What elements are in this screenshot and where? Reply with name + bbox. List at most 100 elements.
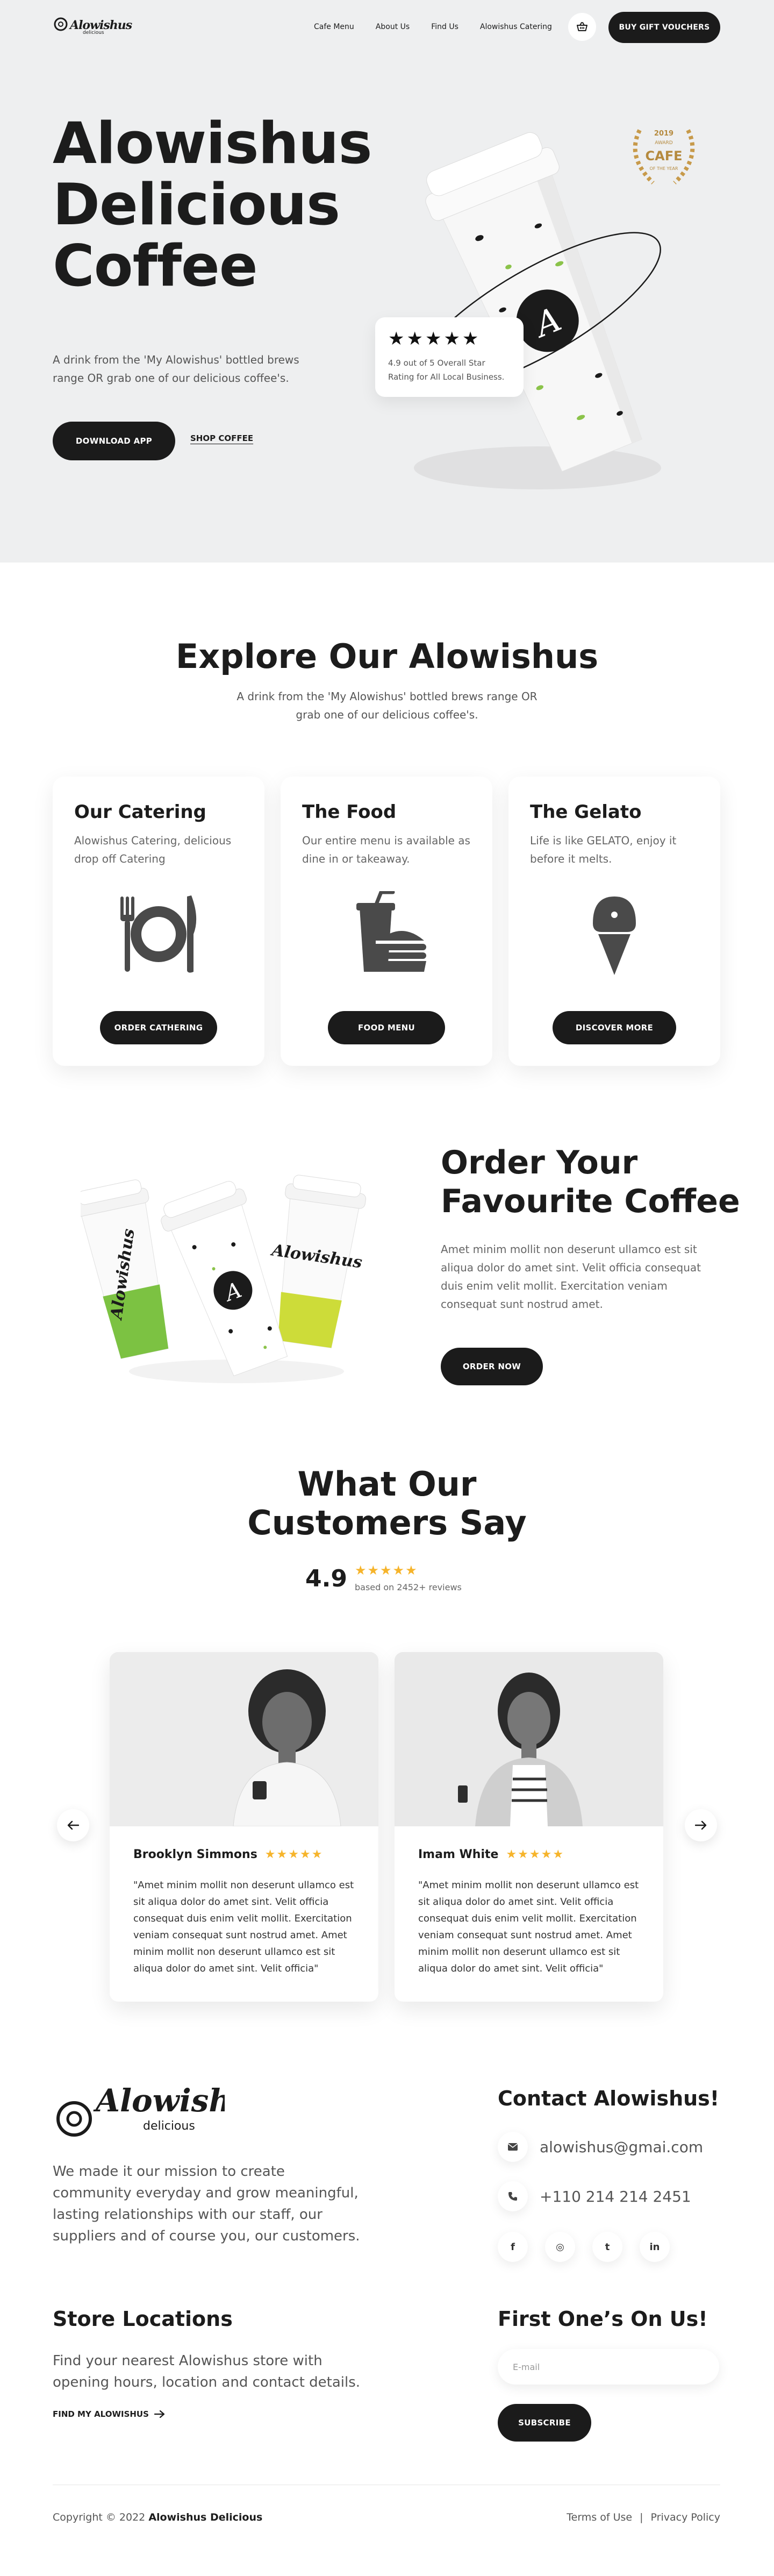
footer-logo-image: Alowishus delicious <box>56 2082 271 2137</box>
award-badge-icon: 2019 AWARD CAFE OF THE YEAR <box>633 129 695 184</box>
envelope-icon <box>498 2132 528 2162</box>
copyright: Copyright © 2022 Alowishus Delicious <box>53 2511 262 2523</box>
email-field[interactable] <box>498 2349 719 2385</box>
catering-card: Our Catering Alowishus Catering, delicio… <box>53 777 264 1066</box>
overall-stars: ★★★★★ <box>355 1563 418 1578</box>
nav-cafe-menu[interactable]: Cafe Menu <box>314 23 354 31</box>
testimonial-card: Brooklyn Simmons ★★★★★ "Amet minim molli… <box>110 1652 378 2002</box>
plate-cutlery-icon <box>120 895 197 973</box>
food-menu-button[interactable]: FOOD MENU <box>328 1011 445 1044</box>
award-year: 2019 <box>654 130 673 138</box>
coffee-cups-image: Alowishus Alowishus A <box>81 1175 366 1383</box>
ice-cream-icon <box>593 896 636 975</box>
hero-section: Alowishus delicious Cafe Menu About Us F… <box>0 0 774 563</box>
rating-card: ★★★★★ 4.9 out of 5 Overall Star Rating f… <box>375 317 524 397</box>
footer-logo[interactable]: Alowishus delicious <box>53 2074 271 2151</box>
testimonials-title: What Our Customers Say <box>0 1465 774 1542</box>
customer-name: Imam White <box>418 1848 499 1861</box>
overall-score: 4.9 <box>305 1565 347 1592</box>
terms-link[interactable]: Terms of Use <box>567 2511 632 2523</box>
customer-quote: "Amet minim mollit non deserunt ullamco … <box>418 1880 639 1974</box>
customer-photo-image <box>395 1652 663 1826</box>
legal-links: Terms of Use | Privacy Policy <box>567 2511 720 2523</box>
award-cafe: CAFE <box>646 148 683 163</box>
nav-about-us[interactable]: About Us <box>376 23 410 31</box>
customer-name: Brooklyn Simmons <box>133 1848 257 1861</box>
gelato-card: The Gelato Life is like GELATO, enjoy it… <box>508 777 720 1066</box>
explore-title: Explore Our Alowishus <box>175 637 599 676</box>
order-now-button[interactable]: ORDER NOW <box>441 1348 543 1385</box>
basket-icon <box>577 22 587 31</box>
social-links: f ◎ t in <box>498 2232 670 2262</box>
instagram-icon[interactable]: ◎ <box>545 2232 575 2262</box>
newsletter-title: First One’s On Us! <box>498 2307 708 2331</box>
footer-logo-script: Alowishus <box>93 2082 225 2119</box>
footer-logo-sub: delicious <box>143 2119 195 2133</box>
customer-photo-image <box>110 1652 378 1826</box>
page: Alowishus delicious Cafe Menu About Us F… <box>0 0 774 2576</box>
reviews-count: based on 2452+ reviews <box>355 1582 462 1592</box>
customer-photo <box>395 1652 663 1826</box>
buy-gift-vouchers-button[interactable]: BUY GIFT VOUCHERS <box>608 12 720 43</box>
order-title: Order Your Favourite Coffee <box>441 1143 740 1221</box>
customer-quote: "Amet minim mollit non deserunt ullamco … <box>133 1880 354 1974</box>
arrow-right-icon <box>154 2410 165 2418</box>
contact-title: Contact Alowishus! <box>498 2087 720 2110</box>
next-arrow-button[interactable] <box>685 1809 717 1841</box>
main-nav: Cafe Menu About Us Find Us Alowishus Cat… <box>314 23 552 31</box>
card-title: Our Catering <box>74 801 206 823</box>
card-title: The Gelato <box>530 801 642 823</box>
privacy-link[interactable]: Privacy Policy <box>651 2511 720 2523</box>
linkedin-icon[interactable]: in <box>640 2232 670 2262</box>
facebook-icon[interactable]: f <box>498 2232 528 2262</box>
link-separator: | <box>640 2511 643 2523</box>
download-app-button[interactable]: DOWNLOAD APP <box>53 422 175 460</box>
copyright-brand: Alowishus Delicious <box>148 2511 263 2523</box>
food-card: The Food Our entire menu is available as… <box>281 777 492 1066</box>
discover-more-button[interactable]: DISCOVER MORE <box>553 1011 676 1044</box>
burger-drink-icon <box>356 891 427 972</box>
contact-phone-row[interactable]: +110 214 214 2451 <box>498 2181 691 2211</box>
order-catering-button[interactable]: ORDER CATHERING <box>100 1011 217 1044</box>
subscribe-button[interactable]: SUBSCRIBE <box>498 2404 591 2442</box>
contact-email[interactable]: alowishus@gmai.com <box>540 2138 703 2156</box>
testimonials-title-line: What Our <box>297 1464 477 1504</box>
rating-text: 4.9 out of 5 Overall Star Rating for All… <box>388 358 505 382</box>
card-title: The Food <box>302 801 397 823</box>
order-description: Amet minim mollit non deserunt ullamco e… <box>441 1243 701 1311</box>
prev-arrow-button[interactable] <box>57 1809 89 1841</box>
phone-icon <box>498 2181 528 2211</box>
store-locations-text: Find your nearest Alowishus store with o… <box>53 2353 361 2390</box>
order-title-line: Order Your <box>441 1144 638 1182</box>
customer-stars: ★★★★★ <box>264 1848 324 1861</box>
nav-find-us[interactable]: Find Us <box>431 23 458 31</box>
testimonials-title-line: Customers Say <box>247 1503 527 1542</box>
copyright-text: Copyright © 2022 <box>53 2511 146 2523</box>
find-link-label: FIND MY ALOWISHUS <box>53 2409 149 2419</box>
cart-button[interactable] <box>568 13 596 41</box>
award-label: AWARD <box>655 140 672 146</box>
arrow-right-icon <box>695 1820 707 1830</box>
nav-catering[interactable]: Alowishus Catering <box>480 23 552 31</box>
rating-stars: ★★★★★ <box>388 328 481 350</box>
order-title-line: Favourite Coffee <box>441 1183 740 1220</box>
customer-stars: ★★★★★ <box>506 1848 565 1861</box>
card-text: Alowishus Catering, delicious drop off C… <box>74 834 232 865</box>
shop-coffee-link[interactable]: SHOP COFFEE <box>190 433 253 443</box>
explore-description: A drink from the 'My Alowishus' bottled … <box>236 690 538 721</box>
card-text: Our entire menu is available as dine in … <box>302 834 470 865</box>
arrow-left-icon <box>67 1820 79 1830</box>
hero-description: A drink from the 'My Alowishus' bottled … <box>53 353 299 385</box>
header-logo[interactable]: Alowishus delicious <box>53 16 132 35</box>
card-text: Life is like GELATO, enjoy it before it … <box>530 834 677 865</box>
award-sub: OF THE YEAR <box>650 166 678 171</box>
store-locations-title: Store Locations <box>53 2307 233 2331</box>
twitter-icon[interactable]: t <box>592 2232 622 2262</box>
contact-phone[interactable]: +110 214 214 2451 <box>540 2188 691 2205</box>
find-my-alowishus-link[interactable]: FIND MY ALOWISHUS <box>53 2409 165 2419</box>
customer-photo <box>110 1652 378 1826</box>
footer-about-text: We made it our mission to create communi… <box>53 2164 360 2244</box>
testimonial-card: Imam White ★★★★★ "Amet minim mollit non … <box>395 1652 663 2002</box>
contact-email-row[interactable]: alowishus@gmai.com <box>498 2132 703 2162</box>
logo-mark-icon <box>54 17 68 31</box>
